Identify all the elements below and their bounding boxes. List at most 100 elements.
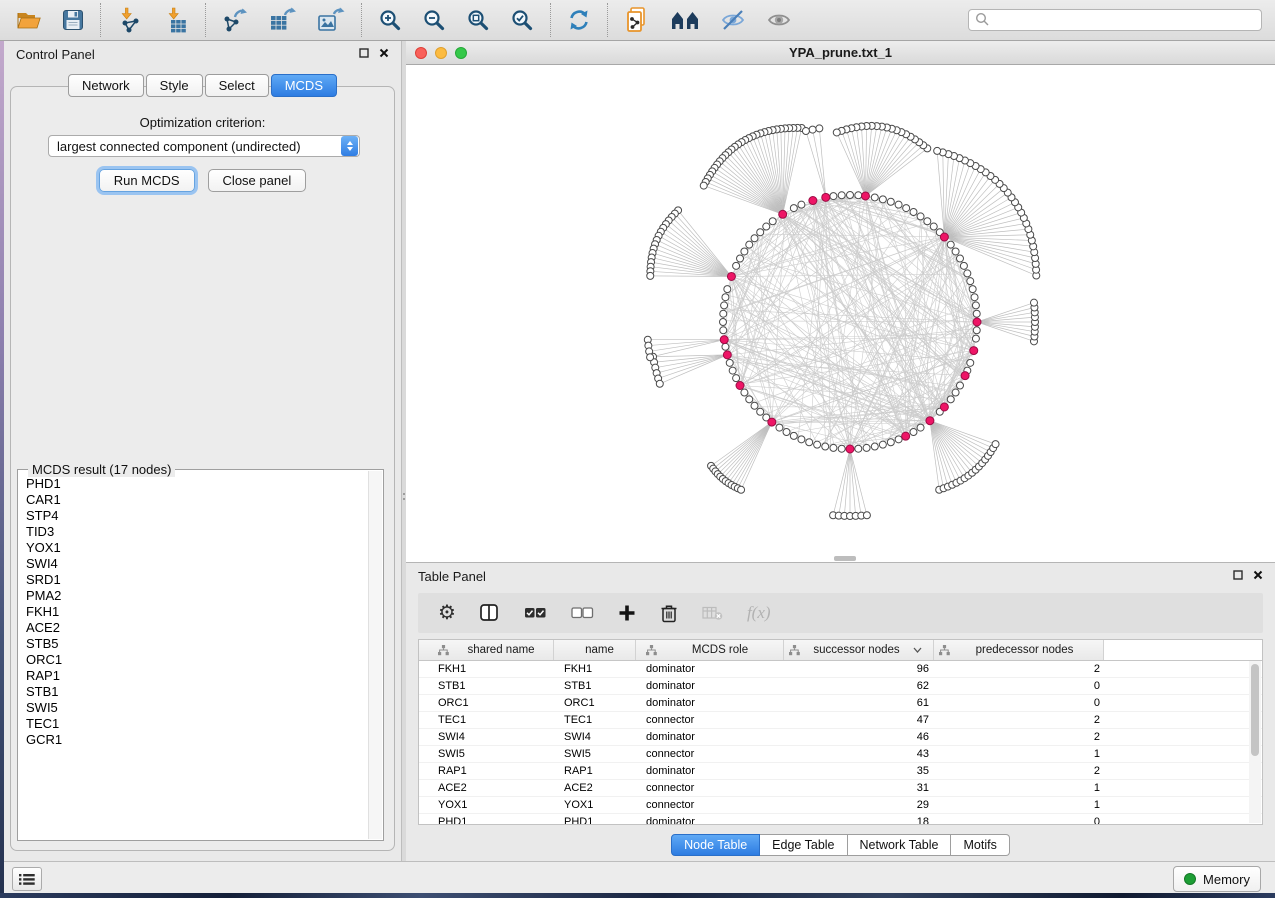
mcds-result-item[interactable]: YOX1 (19, 540, 369, 556)
mcds-result-item[interactable]: PMA2 (19, 588, 369, 604)
export-table-icon[interactable] (269, 7, 297, 33)
network-canvas[interactable] (406, 65, 1275, 562)
zoom-selected-icon[interactable] (510, 8, 534, 32)
mcds-result-item[interactable]: FKH1 (19, 604, 369, 620)
pane-mode-icon[interactable] (480, 604, 500, 622)
table-row[interactable]: SWI4SWI4dominator462 (419, 729, 1262, 746)
refresh-layout-icon[interactable] (567, 8, 591, 32)
column-header-mcds-role[interactable]: MCDS role (636, 640, 784, 660)
mcds-result-item[interactable]: GCR1 (19, 732, 369, 748)
memory-button[interactable]: Memory (1173, 866, 1261, 892)
table-row[interactable]: RAP1RAP1dominator352 (419, 763, 1262, 780)
table-cell: 47 (784, 712, 934, 728)
import-network-icon[interactable] (117, 7, 143, 33)
table-cell: ACE2 (554, 780, 636, 796)
delete-column-icon[interactable] (660, 603, 678, 623)
mcds-result-item[interactable]: STP4 (19, 508, 369, 524)
table-cell: 62 (784, 678, 934, 694)
zoom-in-icon[interactable] (378, 8, 402, 32)
tab-edge-table[interactable]: Edge Table (760, 834, 847, 856)
tab-style[interactable]: Style (146, 74, 203, 97)
mcds-result-item[interactable]: STB1 (19, 684, 369, 700)
zoom-out-icon[interactable] (422, 8, 446, 32)
mcds-list-scrollbar[interactable] (368, 471, 382, 839)
close-panel-icon[interactable] (1253, 567, 1263, 585)
add-column-icon[interactable] (618, 604, 636, 622)
close-panel-button[interactable]: Close panel (208, 169, 307, 192)
run-mcds-button[interactable]: Run MCDS (99, 169, 195, 192)
mcds-result-item[interactable]: TID3 (19, 524, 369, 540)
deselect-all-columns-icon[interactable] (571, 606, 594, 620)
task-history-button[interactable] (12, 867, 42, 891)
hide-selected-icon[interactable] (720, 8, 746, 32)
table-cell: SWI4 (419, 729, 554, 745)
mcds-result-item[interactable]: SRD1 (19, 572, 369, 588)
mcds-result-item[interactable]: RAP1 (19, 668, 369, 684)
column-header-successor-nodes[interactable]: successor nodes (784, 640, 934, 660)
mcds-result-item[interactable]: SWI5 (19, 700, 369, 716)
open-file-icon[interactable] (16, 9, 42, 31)
mcds-result-item[interactable]: PHD1 (19, 476, 369, 492)
table-row[interactable]: ACE2ACE2connector311 (419, 780, 1262, 797)
tab-network[interactable]: Network (68, 74, 144, 97)
table-row[interactable]: TEC1TEC1connector472 (419, 712, 1262, 729)
export-network-icon[interactable] (222, 7, 249, 33)
table-row[interactable]: YOX1YOX1connector291 (419, 797, 1262, 814)
search-input[interactable] (968, 9, 1262, 31)
network-hscroll-thumb[interactable] (834, 556, 856, 561)
select-all-columns-icon[interactable] (524, 606, 547, 620)
mcds-result-list: PHD1CAR1STP4TID3YOX1SWI4SRD1PMA2FKH1ACE2… (19, 471, 369, 839)
table-cell: 46 (784, 729, 934, 745)
network-share-icon[interactable] (624, 6, 650, 34)
save-session-icon[interactable] (62, 9, 84, 31)
search-icon (975, 12, 990, 32)
tab-motifs[interactable]: Motifs (951, 834, 1009, 856)
float-panel-icon[interactable] (359, 45, 369, 63)
mcds-result-item[interactable]: SWI4 (19, 556, 369, 572)
table-row[interactable]: PHD1PHD1dominator180 (419, 814, 1262, 825)
zoom-fit-icon[interactable] (466, 8, 490, 32)
table-cell: 2 (934, 729, 1104, 745)
table-settings-icon[interactable]: ⚙ (438, 603, 456, 623)
column-header-shared-name[interactable]: shared name (419, 640, 554, 660)
table-row[interactable]: FKH1FKH1dominator962 (419, 661, 1262, 678)
float-panel-icon[interactable] (1233, 567, 1243, 585)
import-table-icon[interactable] (163, 7, 189, 33)
table-row[interactable]: ORC1ORC1dominator610 (419, 695, 1262, 712)
table-cell: PHD1 (554, 814, 636, 825)
close-panel-icon[interactable] (379, 45, 389, 63)
mcds-result-item[interactable]: TEC1 (19, 716, 369, 732)
node-table-body: FKH1FKH1dominator962STB1STB1dominator620… (419, 661, 1262, 825)
table-cell: dominator (636, 814, 784, 825)
mcds-result-item[interactable]: CAR1 (19, 492, 369, 508)
column-header-predecessor-nodes[interactable]: predecessor nodes (934, 640, 1104, 660)
mcds-result-item[interactable]: ORC1 (19, 652, 369, 668)
table-row[interactable]: SWI5SWI5connector431 (419, 746, 1262, 763)
column-header-name[interactable]: name (554, 640, 636, 660)
table-cell: TEC1 (554, 712, 636, 728)
tab-select[interactable]: Select (205, 74, 269, 97)
table-row[interactable]: STB1STB1dominator620 (419, 678, 1262, 695)
tab-mcds[interactable]: MCDS (271, 74, 337, 97)
tab-network-table[interactable]: Network Table (848, 834, 952, 856)
table-cell: STB1 (419, 678, 554, 694)
export-image-icon[interactable] (317, 7, 345, 33)
table-scrollbar-thumb[interactable] (1251, 664, 1259, 756)
first-neighbors-icon[interactable] (670, 9, 700, 31)
table-toolbar: ⚙ f(x) (418, 593, 1263, 633)
search-container (968, 9, 1262, 31)
table-cell: 43 (784, 746, 934, 762)
application-window: Control Panel Network Style Select MCDS … (0, 0, 1275, 898)
mcds-result-item[interactable]: ACE2 (19, 620, 369, 636)
table-panel-title: Table Panel (418, 569, 486, 584)
show-all-icon[interactable] (766, 8, 792, 32)
table-cell: ORC1 (554, 695, 636, 711)
table-cell: TEC1 (419, 712, 554, 728)
status-bar: Memory (4, 861, 1275, 893)
mcds-result-item[interactable]: STB5 (19, 636, 369, 652)
table-cell: dominator (636, 678, 784, 694)
tab-node-table[interactable]: Node Table (671, 834, 760, 856)
table-scrollbar[interactable] (1249, 661, 1261, 823)
optimization-select[interactable]: largest connected component (undirected) (48, 135, 360, 157)
table-cell: dominator (636, 661, 784, 677)
